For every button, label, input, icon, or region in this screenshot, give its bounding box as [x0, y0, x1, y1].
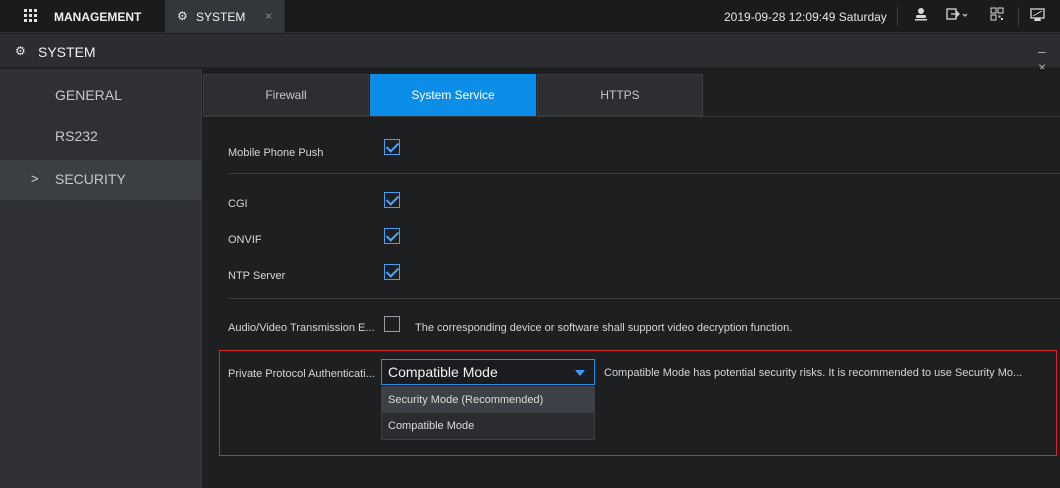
tab-firewall[interactable]: Firewall: [203, 74, 369, 116]
sidebar-item-label: SECURITY: [55, 171, 126, 187]
ntp-label: NTP Server: [228, 270, 286, 282]
monitor-icon[interactable]: [1030, 7, 1046, 26]
cgi-label: CGI: [228, 198, 248, 210]
qr-code-icon[interactable]: [990, 7, 1004, 24]
highlight-box: [219, 350, 1057, 456]
private-auth-label: Private Protocol Authenticati...: [228, 368, 375, 380]
onvif-label: ONVIF: [228, 234, 262, 246]
dropdown-arrow-icon: [575, 370, 585, 376]
cgi-checkbox[interactable]: [384, 192, 400, 208]
tab-system[interactable]: ⚙ SYSTEM ×: [165, 0, 285, 33]
divider: [1018, 7, 1019, 26]
divider: [897, 7, 898, 26]
system-datetime: 2019-09-28 12:09:49 Saturday: [724, 10, 887, 24]
main-menu-grid-icon[interactable]: [24, 9, 37, 22]
management-menu-label[interactable]: MANAGEMENT: [54, 10, 141, 24]
gears-icon: ⚙: [15, 44, 26, 58]
av-encryption-note: The corresponding device or software sha…: [415, 322, 793, 334]
mobile-push-checkbox[interactable]: [384, 139, 400, 155]
onvif-checkbox[interactable]: [384, 228, 400, 244]
user-icon[interactable]: [914, 7, 928, 24]
main-panel: Firewall System Service HTTPS Mobile Pho…: [203, 69, 1060, 488]
divider: [228, 173, 1060, 174]
ntp-checkbox[interactable]: [384, 264, 400, 280]
system-header: ⚙ SYSTEM – ×: [0, 34, 1060, 75]
page-title: SYSTEM: [38, 44, 96, 60]
private-auth-note: Compatible Mode has potential security r…: [604, 367, 1023, 379]
chevron-right-icon: >: [31, 171, 39, 186]
sidebar-item-security[interactable]: > SECURITY: [0, 160, 202, 200]
option-compatible-mode[interactable]: Compatible Mode: [382, 413, 594, 439]
tab-https[interactable]: HTTPS: [537, 74, 703, 116]
tab-system-service[interactable]: System Service: [370, 74, 536, 116]
sidebar-item-rs232[interactable]: RS232: [0, 117, 202, 157]
option-security-mode[interactable]: Security Mode (Recommended): [382, 387, 594, 413]
tab-system-label: SYSTEM: [196, 10, 246, 24]
close-tab-icon[interactable]: ×: [265, 9, 272, 23]
divider: [228, 298, 1060, 299]
av-encryption-checkbox[interactable]: [384, 316, 400, 332]
private-auth-select[interactable]: Compatible Mode: [381, 359, 595, 385]
private-auth-selected-value: Compatible Mode: [388, 364, 498, 380]
divider: [203, 116, 1060, 117]
sidebar: GENERAL RS232 > SECURITY: [0, 69, 202, 488]
top-bar: MANAGEMENT ⚙ SYSTEM × 2019-09-28 12:09:4…: [0, 0, 1060, 33]
sidebar-item-label: GENERAL: [55, 87, 122, 103]
tab-bar: Firewall System Service HTTPS: [203, 74, 704, 116]
gears-icon: ⚙: [177, 9, 188, 23]
private-auth-dropdown-list: Security Mode (Recommended) Compatible M…: [381, 386, 595, 440]
option-label: Security Mode (Recommended): [388, 394, 544, 406]
sidebar-item-general[interactable]: GENERAL: [0, 76, 202, 116]
logout-icon[interactable]: [946, 7, 970, 24]
mobile-push-label: Mobile Phone Push: [228, 147, 324, 159]
av-encryption-label: Audio/Video Transmission E...: [228, 322, 375, 334]
option-label: Compatible Mode: [388, 420, 475, 432]
sidebar-item-label: RS232: [55, 128, 98, 144]
